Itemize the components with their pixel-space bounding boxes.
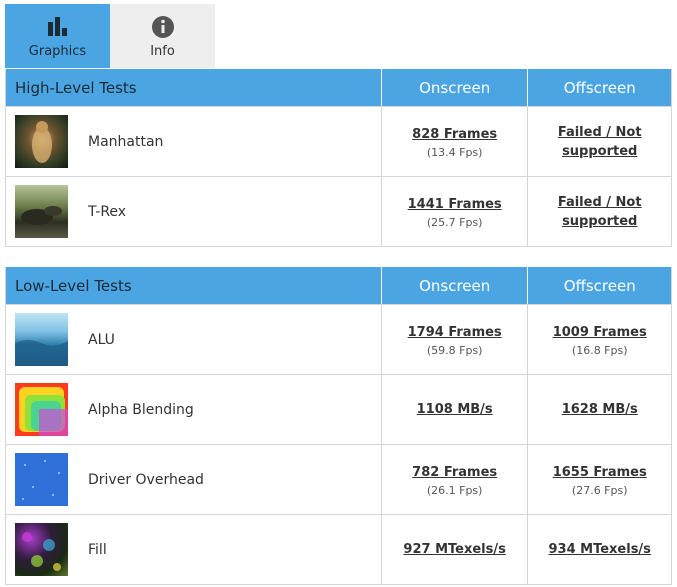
- alpha-blending-thumbnail: [15, 383, 68, 436]
- section-title: Low-Level Tests: [15, 276, 132, 295]
- offscreen-result-link[interactable]: 1009 Frames: [553, 323, 647, 342]
- column-header-offscreen: Offscreen: [527, 267, 671, 304]
- info-icon: [151, 15, 175, 39]
- trex-thumbnail: [15, 185, 68, 238]
- alu-thumbnail: [15, 313, 68, 366]
- tab-info[interactable]: Info: [110, 4, 215, 68]
- onscreen-fps: (25.7 Fps): [426, 215, 483, 229]
- onscreen-fps: (59.8 Fps): [426, 343, 483, 357]
- driver-overhead-thumbnail: [15, 453, 68, 506]
- column-header-onscreen: Onscreen: [380, 69, 528, 106]
- fill-thumbnail: [15, 523, 68, 576]
- table-row: Manhattan 828 Frames (13.4 Fps) Failed /…: [6, 106, 671, 176]
- table-row: ALU 1794 Frames (59.8 Fps) 1009 Frames (…: [6, 304, 671, 374]
- table-row: Fill 927 MTexels/s 934 MTexels/s: [6, 514, 671, 584]
- column-header-onscreen: Onscreen: [380, 267, 528, 304]
- offscreen-fps: (27.6 Fps): [571, 483, 628, 497]
- table-header: Low-Level Tests Onscreen Offscreen: [6, 267, 671, 304]
- offscreen-fps: (16.8 Fps): [571, 343, 628, 357]
- offscreen-result-link[interactable]: Failed / Not supported: [555, 123, 645, 161]
- table-row: T-Rex 1441 Frames (25.7 Fps) Failed / No…: [6, 176, 671, 246]
- offscreen-result-link[interactable]: 934 MTexels/s: [548, 540, 650, 559]
- manhattan-thumbnail: [15, 115, 68, 168]
- onscreen-fps: (26.1 Fps): [426, 483, 483, 497]
- section-title: High-Level Tests: [15, 78, 137, 97]
- high-level-tests-table: High-Level Tests Onscreen Offscreen Manh…: [5, 69, 672, 247]
- test-name: Manhattan: [88, 133, 164, 150]
- offscreen-result-link[interactable]: 1628 MB/s: [562, 400, 638, 419]
- test-name: Driver Overhead: [88, 471, 204, 488]
- offscreen-result-link[interactable]: 1655 Frames: [553, 463, 647, 482]
- onscreen-result-link[interactable]: 828 Frames: [412, 125, 497, 144]
- onscreen-result-link[interactable]: 782 Frames: [412, 463, 497, 482]
- column-header-offscreen: Offscreen: [527, 69, 671, 106]
- tab-graphics[interactable]: Graphics: [5, 4, 110, 68]
- test-name: Fill: [88, 541, 107, 558]
- table-row: Driver Overhead 782 Frames (26.1 Fps) 16…: [6, 444, 671, 514]
- onscreen-result-link[interactable]: 1108 MB/s: [417, 400, 493, 419]
- onscreen-result-link[interactable]: 1794 Frames: [408, 323, 502, 342]
- tab-bar: Graphics Info: [5, 4, 215, 68]
- table-header: High-Level Tests Onscreen Offscreen: [6, 69, 671, 106]
- tab-info-label: Info: [150, 44, 175, 59]
- tab-graphics-label: Graphics: [28, 44, 87, 59]
- test-name: T-Rex: [88, 203, 127, 220]
- onscreen-fps: (13.4 Fps): [426, 145, 483, 159]
- onscreen-result-link[interactable]: 927 MTexels/s: [403, 540, 505, 559]
- table-row: Alpha Blending 1108 MB/s 1628 MB/s: [6, 374, 671, 444]
- test-name: Alpha Blending: [88, 401, 194, 418]
- test-name: ALU: [88, 331, 115, 348]
- onscreen-result-link[interactable]: 1441 Frames: [408, 195, 502, 214]
- low-level-tests-table: Low-Level Tests Onscreen Offscreen ALU 1…: [5, 267, 672, 585]
- bar-chart-icon: [46, 15, 70, 39]
- offscreen-result-link[interactable]: Failed / Not supported: [555, 193, 645, 231]
